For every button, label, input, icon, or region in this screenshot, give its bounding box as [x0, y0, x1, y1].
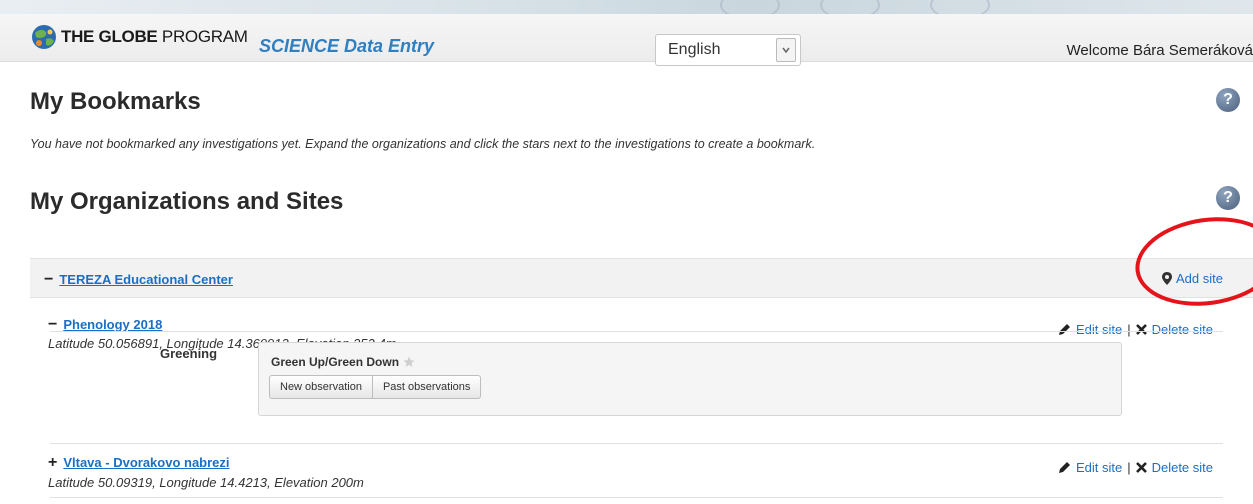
language-value: English	[668, 41, 721, 58]
protocol-group-label: Greening	[160, 346, 218, 361]
add-site-button[interactable]: Add site	[1162, 271, 1223, 286]
protocol-box: Green Up/Green Down New observation Past…	[258, 342, 1122, 416]
add-site-label: Add site	[1176, 271, 1223, 286]
expand-icon[interactable]: +	[48, 454, 57, 472]
observation-button-group: New observation Past observations	[269, 375, 482, 399]
organization-name-row: − TEREZA Educational Center	[44, 271, 233, 289]
help-icon[interactable]: ?	[1216, 88, 1240, 112]
banner-decoration	[820, 0, 880, 14]
logo-text: THE GLOBE PROGRAM	[61, 27, 248, 46]
divider	[50, 331, 1223, 332]
pencil-icon	[1058, 324, 1070, 335]
action-separator: |	[1127, 322, 1131, 337]
divider	[50, 443, 1223, 444]
globe-logo[interactable]: THE GLOBE PROGRAM	[30, 24, 248, 50]
site-coordinates: Latitude 50.09319, Longitude 14.4213, El…	[48, 475, 364, 490]
pencil-icon	[1058, 462, 1070, 473]
chevron-down-icon[interactable]	[776, 38, 796, 62]
edit-site-link[interactable]: Edit site	[1076, 460, 1122, 475]
banner-decoration	[930, 0, 990, 14]
site-actions: Edit site | Delete site	[1058, 460, 1213, 475]
star-icon[interactable]	[403, 356, 415, 368]
delete-site-link[interactable]: Delete site	[1152, 460, 1213, 475]
close-icon	[1135, 324, 1147, 335]
globe-icon	[32, 25, 56, 49]
top-banner	[0, 0, 1253, 14]
site-link[interactable]: Vltava - Dvorakovo nabrezi	[63, 455, 229, 470]
bookmarks-empty-note: You have not bookmarked any investigatio…	[30, 137, 816, 151]
new-observation-button[interactable]: New observation	[269, 375, 373, 399]
past-observations-button[interactable]: Past observations	[372, 375, 482, 399]
edit-site-link[interactable]: Edit site	[1076, 322, 1122, 337]
delete-site-link[interactable]: Delete site	[1152, 322, 1213, 337]
site-name-row: + Vltava - Dvorakovo nabrezi	[48, 454, 230, 472]
navbar: THE GLOBE PROGRAM SCIENCE Data Entry Eng…	[0, 14, 1253, 66]
organization-link[interactable]: TEREZA Educational Center	[59, 272, 233, 287]
organizations-title: My Organizations and Sites	[30, 188, 344, 215]
collapse-icon[interactable]: −	[44, 271, 53, 289]
bookmarks-title: My Bookmarks	[30, 88, 201, 115]
language-select[interactable]: English	[655, 34, 801, 66]
protocol-title-text: Green Up/Green Down	[271, 355, 400, 369]
organization-header: − TEREZA Educational Center Add site	[30, 258, 1253, 298]
help-icon[interactable]: ?	[1216, 186, 1240, 210]
protocol-title: Green Up/Green Down	[271, 355, 415, 369]
site-link[interactable]: Phenology 2018	[63, 317, 162, 332]
welcome-text: Welcome Bára Semeráková	[1066, 42, 1253, 59]
site-actions: Edit site | Delete site	[1058, 322, 1213, 337]
app-title: SCIENCE Data Entry	[259, 36, 435, 56]
divider	[50, 497, 1223, 498]
close-icon	[1135, 462, 1147, 473]
banner-decoration	[720, 0, 780, 14]
map-marker-icon	[1162, 272, 1173, 285]
action-separator: |	[1127, 460, 1131, 475]
